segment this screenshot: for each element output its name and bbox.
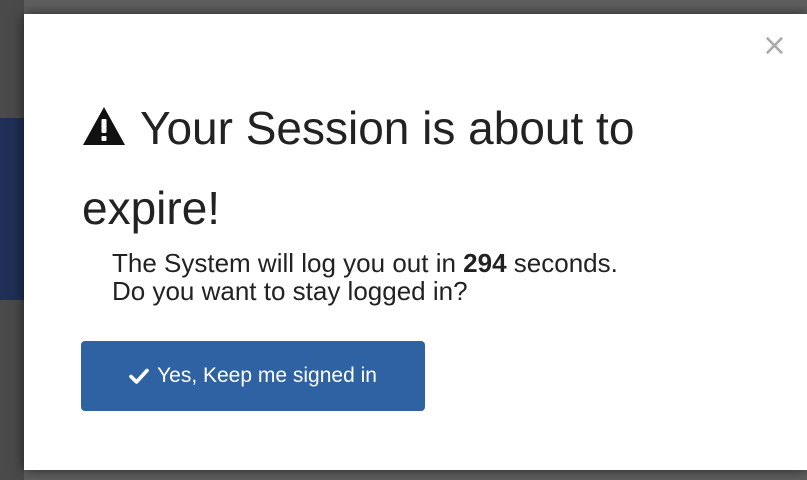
background-page-edge [0, 0, 24, 480]
message-prefix: The System will log you out in [112, 248, 464, 278]
keep-signed-in-label: Yes, Keep me signed in [157, 364, 377, 387]
dialog-title: Your Session is about to expire! [82, 88, 762, 248]
message-line-2: Do you want to stay logged in? [112, 276, 468, 306]
message-suffix: seconds. [506, 248, 618, 278]
keep-signed-in-button[interactable]: Yes, Keep me signed in [81, 341, 425, 411]
countdown-seconds: 294 [463, 248, 507, 278]
session-timeout-dialog: × Your Session is about to expire! The S… [24, 14, 807, 470]
dialog-message: The System will log you out in 294 secon… [112, 249, 618, 305]
check-icon [129, 367, 149, 385]
message-line-1: The System will log you out in 294 secon… [112, 249, 618, 277]
close-button[interactable]: × [762, 31, 787, 61]
warning-icon [82, 106, 126, 146]
dialog-title-text: Your Session is about to expire! [82, 102, 635, 234]
